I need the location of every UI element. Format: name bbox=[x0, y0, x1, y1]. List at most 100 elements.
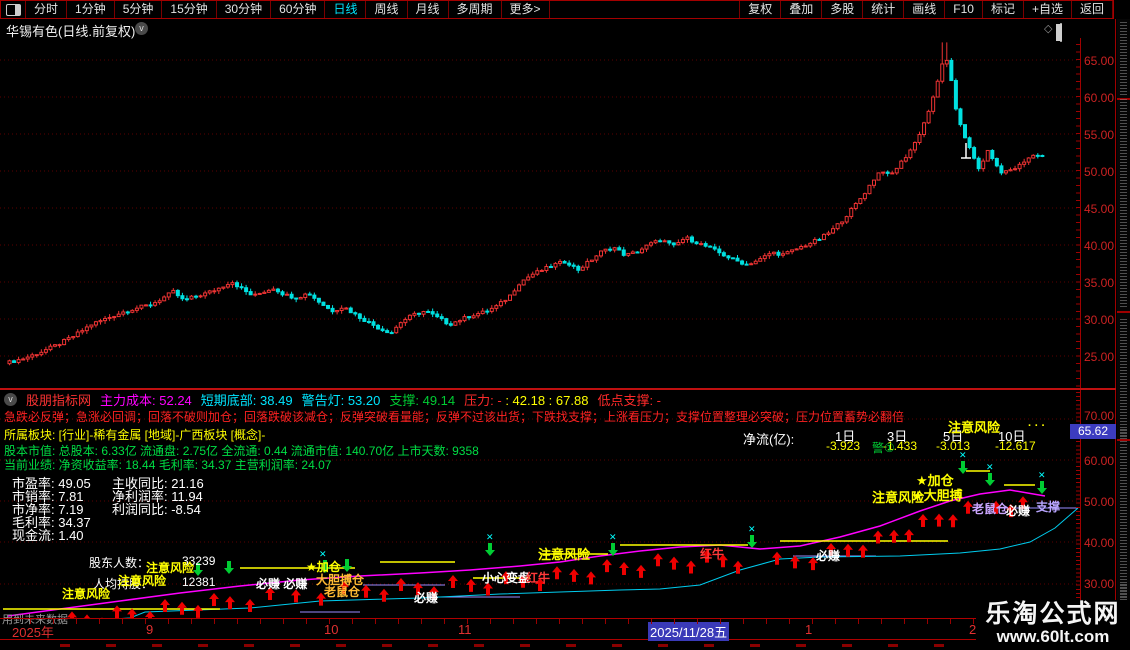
svg-text:✕: ✕ bbox=[486, 532, 494, 542]
axis-tick bbox=[283, 619, 284, 624]
toolbar-button-statistics[interactable]: 统计 bbox=[863, 1, 905, 18]
period-tab-more[interactable]: 更多> bbox=[502, 1, 550, 18]
bottom-tick bbox=[934, 644, 944, 647]
axis-tick bbox=[191, 619, 192, 624]
layout-split-icon[interactable] bbox=[1, 1, 26, 18]
toolbar-button-back[interactable]: 返回 bbox=[1072, 1, 1113, 18]
toolbar-button-draw-line[interactable]: 画线 bbox=[904, 1, 946, 18]
period-tabs: 分时 1分钟 5分钟 15分钟 30分钟 60分钟 日线 周线 月线 多周期 更多> bbox=[26, 1, 550, 18]
indicator-field-label: 压力: - bbox=[464, 393, 506, 408]
indicator-field-5: 低点支撑: - bbox=[597, 390, 661, 409]
annotation-8: 必赚 bbox=[816, 549, 841, 563]
annotation-9: 红牛 bbox=[700, 547, 725, 561]
axis-tick bbox=[743, 619, 744, 624]
annotation-10: 注意风险 bbox=[538, 547, 591, 562]
date-label-4: 2025/11/28五 bbox=[648, 622, 730, 641]
bottom-tick bbox=[152, 644, 162, 647]
main-candlestick-chart[interactable] bbox=[0, 38, 1080, 390]
right-vertical-toolbar[interactable] bbox=[1117, 19, 1130, 650]
period-tab-daily[interactable]: 日线 bbox=[325, 1, 367, 18]
chevron-down-icon[interactable]: v bbox=[135, 22, 148, 35]
svg-text:✕: ✕ bbox=[609, 532, 617, 542]
bottom-tick bbox=[888, 644, 898, 647]
netflow-value-0: -3.923 bbox=[826, 439, 861, 453]
toolbar-button-mark[interactable]: 标记 bbox=[983, 1, 1024, 18]
bottom-tick bbox=[566, 644, 576, 647]
bottom-tick bbox=[750, 644, 760, 647]
bottom-tick bbox=[474, 644, 484, 647]
axis-tick bbox=[467, 619, 468, 624]
indicator-axis-label: 70.00 bbox=[1084, 409, 1115, 423]
netflow-label: 净流(亿): bbox=[743, 432, 795, 447]
period-tab-30min[interactable]: 30分钟 bbox=[217, 1, 272, 18]
watermark-title: 乐淘公式网 bbox=[985, 600, 1121, 628]
bottom-tick bbox=[60, 644, 70, 647]
toolbar-spacer bbox=[550, 1, 741, 18]
netflow-value-2: -3.013 bbox=[936, 439, 971, 453]
strip-segment-1 bbox=[1120, 99, 1127, 309]
period-tab-60min[interactable]: 60分钟 bbox=[271, 1, 326, 18]
metric-row: 现金流: 1.40 bbox=[12, 528, 84, 543]
indicator-field-label: 支撑: bbox=[389, 393, 423, 408]
bottom-tick bbox=[704, 644, 714, 647]
svg-text:✕: ✕ bbox=[986, 462, 994, 472]
toolbar-button-adjust[interactable]: 复权 bbox=[740, 1, 782, 18]
toolbar-button-overlay[interactable]: 叠加 bbox=[781, 1, 823, 18]
window-icon[interactable] bbox=[1060, 23, 1062, 42]
performance-line: 当前业绩: 净资收益率: 18.44 毛利率: 34.37 主营利润率: 24.… bbox=[4, 458, 332, 472]
annotation-5: 老鼠仓 bbox=[972, 502, 1009, 516]
indicator-field-value: : 42.18 : 67.88 bbox=[505, 393, 589, 408]
indicator-field-value: 49.14 bbox=[422, 393, 456, 408]
diamond-icon[interactable]: ◇ bbox=[1044, 22, 1052, 35]
svg-text:✕: ✕ bbox=[1038, 470, 1046, 480]
axis-tick bbox=[237, 619, 238, 624]
axis-tick bbox=[99, 619, 100, 624]
metric-row: 利润同比: -8.54 bbox=[112, 502, 201, 517]
axis-tick bbox=[720, 619, 721, 624]
period-tab-monthly[interactable]: 月线 bbox=[408, 1, 449, 18]
period-tab-fenshi[interactable]: 分时 bbox=[26, 1, 68, 18]
strip-segment-3 bbox=[1120, 429, 1127, 599]
date-label-2: 10 bbox=[324, 622, 339, 637]
main-axis-label: 55.00 bbox=[1084, 128, 1115, 142]
date-label-5: 1 bbox=[805, 622, 813, 637]
axis-tick bbox=[168, 619, 169, 624]
indicator-header: v 股朋指标网 主力成本: 52.24 短期底部: 38.49 警告灯: 53.20… bbox=[4, 390, 661, 409]
axis-tick bbox=[766, 619, 767, 624]
axis-tick bbox=[352, 619, 353, 624]
axis-tick bbox=[375, 619, 376, 624]
toolbar-button-f10[interactable]: F10 bbox=[945, 1, 983, 18]
date-axis: 2025年 9 10 11 2025/11/28五 1 2 bbox=[0, 618, 1130, 641]
indicator-field-label: 警告灯: bbox=[301, 393, 348, 408]
bottom-tick bbox=[520, 644, 530, 647]
period-tab-multi-period[interactable]: 多周期 bbox=[449, 1, 502, 18]
main-axis-label: 60.00 bbox=[1084, 91, 1115, 105]
axis-tick bbox=[214, 619, 215, 624]
period-tab-5min[interactable]: 5分钟 bbox=[115, 1, 163, 18]
period-tab-weekly[interactable]: 周线 bbox=[366, 1, 408, 18]
date-label-3: 11 bbox=[458, 622, 472, 637]
collapse-icon[interactable]: v bbox=[4, 393, 17, 406]
netflow-warning-overlay: 警① bbox=[872, 441, 895, 455]
annotation-19: 注意风险 bbox=[118, 574, 167, 588]
period-tab-15min[interactable]: 15分钟 bbox=[162, 1, 217, 18]
annotation-11: 小心变盘 bbox=[482, 571, 531, 585]
period-tab-1min[interactable]: 1分钟 bbox=[67, 1, 115, 18]
holders-value-1: 12381 bbox=[182, 575, 216, 589]
indicator-field-2: 警告灯: 53.20 bbox=[302, 390, 381, 409]
axis-tick bbox=[651, 619, 652, 624]
main-axis-label: 40.00 bbox=[1084, 239, 1115, 253]
annotation-17: 老鼠仓 bbox=[324, 585, 361, 599]
toolbar-button-multi-stock[interactable]: 多股 bbox=[822, 1, 864, 18]
svg-text:✕: ✕ bbox=[748, 524, 756, 534]
main-axis-label: 65.00 bbox=[1084, 54, 1115, 68]
right-divider bbox=[1115, 19, 1116, 650]
annotation-14: 必赚 必赚 bbox=[256, 577, 308, 591]
main-axis-ticks bbox=[1076, 44, 1080, 388]
axis-tick bbox=[697, 619, 698, 624]
toolbar-button-add-watchlist[interactable]: +自选 bbox=[1024, 1, 1072, 18]
axis-tick bbox=[76, 619, 77, 624]
bottom-tick bbox=[428, 644, 438, 647]
indicator-field-3: 支撑: 49.14 bbox=[389, 390, 455, 409]
bottom-tick bbox=[842, 644, 852, 647]
